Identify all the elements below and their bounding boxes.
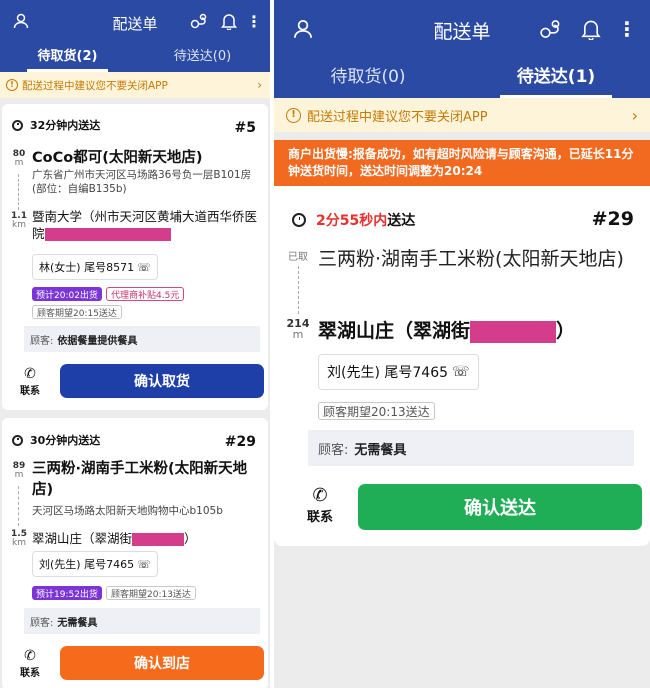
meal-note: 顾客: 无需餐具 (308, 430, 634, 466)
redacted-block (470, 320, 557, 343)
alarm-icon (292, 213, 306, 227)
confirm-arrival-button[interactable]: 确认到店 (60, 646, 264, 680)
expected-time-tag: 顾客期望20:13送达 (106, 586, 196, 600)
meal-note: 顾客: 依据餐量提供餐具 (24, 326, 260, 352)
pickup-time-tag: 预计19:52出货 (32, 586, 102, 600)
route-line (18, 486, 19, 526)
notice-bar[interactable]: ! 配送过程中建议您不要关闭APP › (274, 98, 650, 132)
pickup-time-tag: 预计20:02出货 (32, 287, 102, 301)
pickup-status: 已取 (288, 252, 308, 263)
eta-row: 32分钟内送达 (12, 117, 100, 133)
phone-icon: ☏ (137, 260, 151, 274)
store-name: 三两粉·湖南手工米粉(太阳新天地店) (318, 248, 624, 270)
more-icon[interactable]: ⋮ (246, 12, 262, 31)
tab-bar: 待取货(2) 待送达(0) (0, 42, 270, 72)
route-icon[interactable] (190, 12, 208, 30)
route-line (18, 174, 19, 210)
redacted-block (44, 228, 171, 241)
contact-button[interactable]: ✆ 联系 (12, 366, 48, 397)
delay-banner: 商户出货慢:报备成功，如有超时风险请与顾客沟通，已延长11分钟送货时间，送达时间… (274, 140, 650, 186)
eta-text: 32分钟内送达 (30, 119, 101, 132)
redacted-block (132, 533, 185, 546)
contact-button[interactable]: ✆ 联系 (300, 485, 340, 526)
order-card: 32分钟内送达 #5 80 m CoCo都可(太阳新天地店) 广东省广州市天河区马… (2, 104, 268, 410)
order-number: #5 (234, 120, 256, 136)
customer-phone[interactable]: 林(女士) 尾号8571 ☏ (32, 254, 158, 280)
delivery-address: 暨南大学（州市天河区黄埔大道西华侨医院 (32, 209, 258, 241)
eta-countdown: 2分55秒内 (316, 213, 388, 229)
pickup-distance: 89 m (12, 461, 26, 480)
left-screen: 配送单 ⋮ 待取货(2) 待送达(0) ! 配送过程中建议您不要关闭APP › … (0, 0, 270, 688)
store-address: 天河区马场路太阳新天地购物中心b105b (32, 505, 223, 517)
tab-pending-pickup[interactable]: 待取货(0) (274, 58, 462, 98)
chevron-right-icon: › (257, 78, 262, 92)
delivery-distance: 1.1 km (11, 211, 27, 230)
more-icon[interactable]: ⋮ (617, 17, 637, 41)
customer-phone[interactable]: 刘(先生) 尾号7465 ☏ (32, 551, 158, 577)
bell-icon[interactable] (580, 18, 602, 40)
tab-pending-delivery[interactable]: 待送达(0) (135, 42, 270, 72)
warning-icon: ! (6, 79, 18, 91)
notice-text: 配送过程中建议您不要关闭APP (22, 79, 168, 92)
order-number: #29 (591, 208, 634, 230)
phone-icon: ☏ (137, 557, 151, 571)
alarm-icon (12, 119, 23, 131)
expected-time-tag: 顾客期望20:13送达 (318, 402, 435, 420)
delivery-address: 翠湖山庄（翠湖街） (318, 320, 576, 343)
bell-icon[interactable] (220, 12, 238, 30)
pickup-distance: 80 m (12, 149, 26, 168)
contact-button[interactable]: ✆ 联系 (12, 648, 48, 679)
delivery-distance: 1.5 km (11, 529, 27, 548)
route-icon[interactable] (538, 18, 562, 40)
app-header: 配送单 ⋮ 待取货(0) 待送达(1) (274, 0, 650, 98)
tab-pending-delivery[interactable]: 待送达(1) (462, 58, 650, 98)
tab-bar: 待取货(0) 待送达(1) (274, 58, 650, 98)
delivery-distance: 214 m (286, 317, 310, 341)
customer-phone[interactable]: 刘(先生) 尾号7465 ☏ (318, 354, 479, 390)
eta-text: 30分钟内送达 (30, 434, 101, 447)
alarm-icon (12, 434, 23, 446)
store-address: 广东省广州市天河区马场路36号负一层B101房(部位：自编B135b) (32, 169, 252, 195)
phone-icon: ✆ (24, 366, 36, 382)
subsidy-tag: 代理商补贴4.5元 (106, 287, 185, 301)
route-line (298, 266, 299, 314)
notice-bar[interactable]: ! 配送过程中建议您不要关闭APP › (0, 72, 270, 98)
store-name: CoCo都可(太阳新天地店) (32, 150, 203, 166)
store-name: 三两粉·湖南手工米粉(太阳新天地店) (32, 461, 248, 498)
eta-row: 2分55秒内 送达 (292, 210, 415, 230)
order-card: 30分钟内送达 #29 89 m 三两粉·湖南手工米粉(太阳新天地店) 天河区马场… (2, 418, 268, 688)
phone-icon: ☏ (452, 364, 470, 380)
notice-text: 配送过程中建议您不要关闭APP (307, 109, 488, 125)
phone-icon: ✆ (24, 648, 36, 664)
app-header: 配送单 ⋮ 待取货(2) 待送达(0) (0, 0, 270, 72)
chevron-right-icon: › (631, 105, 638, 125)
eta-suffix: 送达 (387, 213, 416, 229)
meal-note: 顾客: 无需餐具 (24, 608, 260, 634)
tab-pending-pickup[interactable]: 待取货(2) (0, 42, 135, 72)
phone-icon: ✆ (312, 485, 328, 506)
confirm-delivery-button[interactable]: 确认送达 (358, 484, 642, 530)
eta-row: 30分钟内送达 (12, 432, 100, 448)
order-card: 2分55秒内 送达 #29 已取 三两粉·湖南手工米粉(太阳新天地店) 214 m … (274, 186, 650, 546)
delivery-address: 翠湖山庄（翠湖街） (32, 531, 197, 546)
expected-time-tag: 顾客期望20:15送达 (32, 305, 122, 319)
confirm-pickup-button[interactable]: 确认取货 (60, 364, 264, 398)
order-number: #29 (224, 434, 256, 450)
right-screen: 配送单 ⋮ 待取货(0) 待送达(1) ! 配送过程中建议您不要关闭APP › … (274, 0, 650, 688)
warning-icon: ! (286, 107, 301, 123)
